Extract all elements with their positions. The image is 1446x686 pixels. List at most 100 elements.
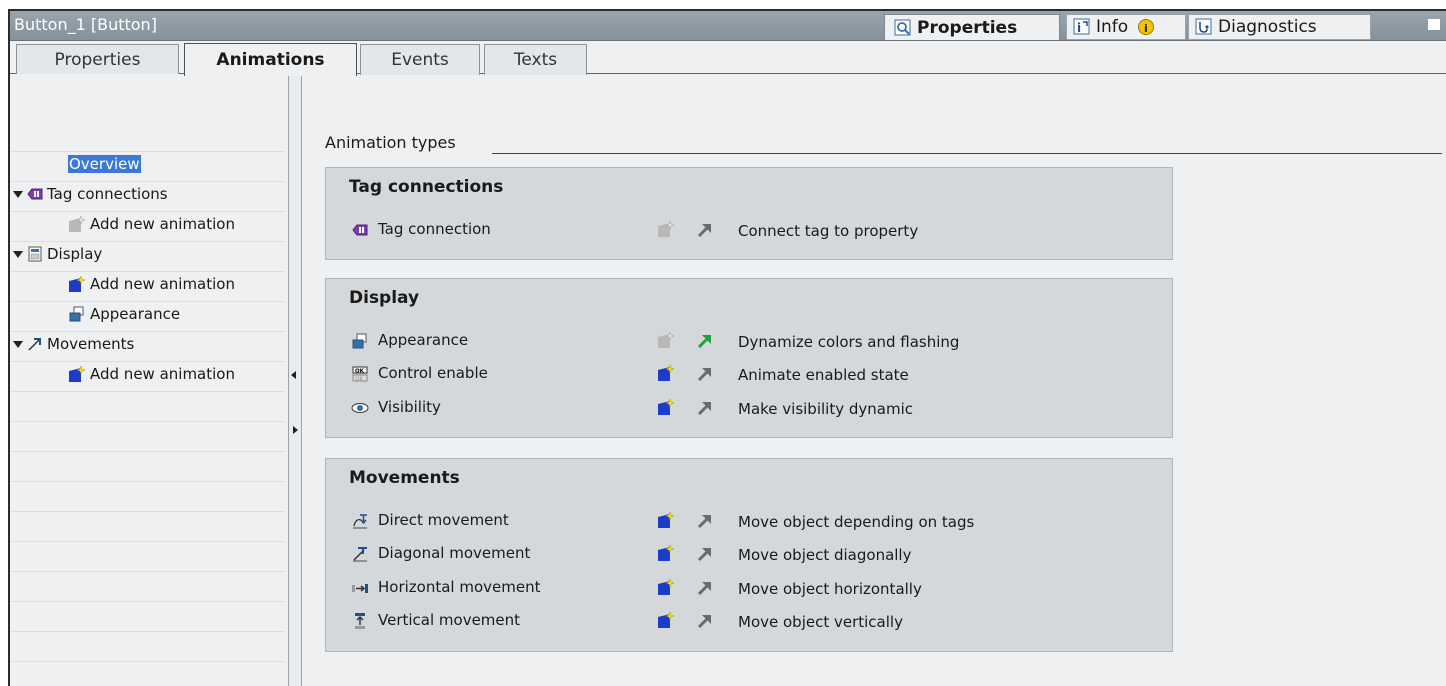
info-tab-icon: i <box>1073 18 1090 35</box>
movements-icon <box>28 338 41 351</box>
tree-item-appearance-label: Appearance <box>90 305 181 323</box>
add-animation-icon[interactable] <box>657 511 675 529</box>
tab-animations[interactable]: Animations <box>184 43 357 76</box>
tree-item-tag-connections[interactable]: Tag connections <box>13 183 168 205</box>
sub-tab-bar: Properties Animations Events Texts <box>10 40 1446 76</box>
add-animation-disabled-icon <box>658 331 675 348</box>
animation-name: Vertical movement <box>378 611 521 629</box>
tab-info[interactable]: i Info i <box>1066 14 1186 40</box>
tree-item-tag-connections-label: Tag connections <box>47 185 168 203</box>
tree-item-movements[interactable]: Movements <box>13 333 134 355</box>
tab-properties-top[interactable]: Properties <box>884 14 1060 40</box>
tab-properties-label: Properties <box>54 50 141 70</box>
section-title: Animation types <box>325 133 456 152</box>
tree-item-add-tag-animation-label: Add new animation <box>90 215 235 233</box>
tree-item-appearance[interactable]: Appearance <box>68 303 180 325</box>
animation-name: Horizontal movement <box>378 578 541 596</box>
animation-row: Appearance Dynamize colors and flashing <box>326 330 1166 352</box>
tree-item-add-movement-animation-label: Add new animation <box>90 365 235 383</box>
group-tag-connections: Tag connections Tag connection Connect t… <box>325 167 1173 260</box>
tab-texts[interactable]: Texts <box>484 44 587 75</box>
info-badge-icon: i <box>1138 19 1155 35</box>
animation-name: Control enable <box>378 364 488 382</box>
display-icon <box>28 246 42 262</box>
tab-diagnostics-label: Diagnostics <box>1218 17 1317 37</box>
animation-description: Move object diagonally <box>738 546 912 564</box>
eye-icon <box>351 403 369 413</box>
animation-description: Animate enabled state <box>738 366 909 384</box>
animation-description: Connect tag to property <box>738 222 919 240</box>
appearance-icon <box>352 333 367 349</box>
group-title: Display <box>349 288 420 308</box>
tree-item-add-movement-animation[interactable]: Add new animation <box>68 363 235 385</box>
tree-item-overview-label: Overview <box>68 155 141 173</box>
animation-row: Visibility Make visibility dynamic <box>326 397 1166 419</box>
expand-triangle-icon[interactable] <box>13 340 23 348</box>
animation-description: Make visibility dynamic <box>738 400 913 418</box>
tag-connection-icon <box>352 224 368 236</box>
animation-row: Vertical movement Move object vertically <box>326 610 1166 632</box>
horizontal-movement-icon <box>352 584 368 593</box>
tab-texts-label: Texts <box>513 50 558 70</box>
collapse-left-icon[interactable] <box>291 371 296 379</box>
tab-animations-label: Animations <box>216 50 325 70</box>
expand-right-icon[interactable] <box>293 426 298 434</box>
control-enable-icon: OK OK <box>352 366 368 383</box>
animation-types-panel: Animation types Tag connections Tag conn… <box>302 74 1446 686</box>
go-to-arrow-icon[interactable] <box>696 399 714 417</box>
group-display: Display Appearance Dynamize colors and f… <box>325 278 1173 438</box>
tag-connection-icon <box>27 188 43 200</box>
pane-splitter[interactable] <box>288 74 302 686</box>
diagnostics-icon <box>1195 18 1212 35</box>
tree-item-add-display-animation-label: Add new animation <box>90 275 235 293</box>
tab-diagnostics[interactable]: Diagnostics <box>1188 14 1371 40</box>
animation-name: Appearance <box>378 331 469 349</box>
tree-item-add-display-animation[interactable]: Add new animation <box>68 273 235 295</box>
animation-tree: Overview Tag connections Add new animati… <box>10 74 285 686</box>
appearance-icon <box>69 306 84 322</box>
group-title: Tag connections <box>349 177 504 197</box>
animation-name: Direct movement <box>378 511 509 529</box>
animation-row: OK OK Control enable Animate enabled sta… <box>326 363 1166 385</box>
go-to-arrow-icon[interactable] <box>696 579 714 597</box>
direct-movement-icon <box>353 514 367 529</box>
go-to-arrow-icon[interactable] <box>696 545 714 563</box>
animation-description: Move object vertically <box>738 613 903 631</box>
properties-inspector-window: Button_1 [Button] Properties i Info i Di… <box>8 9 1446 686</box>
go-to-arrow-icon[interactable] <box>696 365 714 383</box>
tree-item-overview[interactable]: Overview <box>68 153 141 175</box>
tab-properties-top-label: Properties <box>917 17 1018 38</box>
add-animation-disabled-icon <box>658 220 675 237</box>
tab-events[interactable]: Events <box>360 44 480 75</box>
expand-triangle-icon[interactable] <box>13 190 23 198</box>
svg-text:i: i <box>1077 21 1081 35</box>
add-animation-icon[interactable] <box>657 364 675 382</box>
go-to-arrow-icon[interactable] <box>696 612 714 630</box>
tab-info-label: Info <box>1096 17 1129 37</box>
animation-description: Move object depending on tags <box>738 513 975 531</box>
go-to-arrow-active-icon[interactable] <box>696 332 714 350</box>
diagonal-movement-icon <box>353 547 367 562</box>
tree-item-add-tag-animation[interactable]: Add new animation <box>68 213 235 235</box>
window-title: Button_1 [Button] <box>14 15 157 34</box>
add-animation-disabled-icon <box>69 215 86 232</box>
group-movements: Movements Direct movement Move object de… <box>325 458 1173 652</box>
tree-item-display[interactable]: Display <box>13 243 102 265</box>
tab-properties[interactable]: Properties <box>16 44 179 75</box>
expand-triangle-icon[interactable] <box>13 250 23 258</box>
animation-name: Tag connection <box>378 220 491 238</box>
go-to-arrow-icon[interactable] <box>696 221 714 239</box>
add-animation-icon[interactable] <box>657 611 675 629</box>
add-animation-icon[interactable] <box>657 578 675 596</box>
animation-row: Tag connection Connect tag to property <box>326 219 1166 241</box>
svg-text:i: i <box>1144 22 1148 35</box>
animation-name: Diagonal movement <box>378 544 531 562</box>
animation-row: Horizontal movement Move object horizont… <box>326 577 1166 599</box>
svg-text:OK: OK <box>355 377 363 383</box>
animation-description: Move object horizontally <box>738 580 922 598</box>
svg-text:OK: OK <box>355 369 365 375</box>
add-animation-icon[interactable] <box>657 398 675 416</box>
go-to-arrow-icon[interactable] <box>696 512 714 530</box>
restore-window-icon[interactable] <box>1428 19 1440 30</box>
add-animation-icon[interactable] <box>657 544 675 562</box>
